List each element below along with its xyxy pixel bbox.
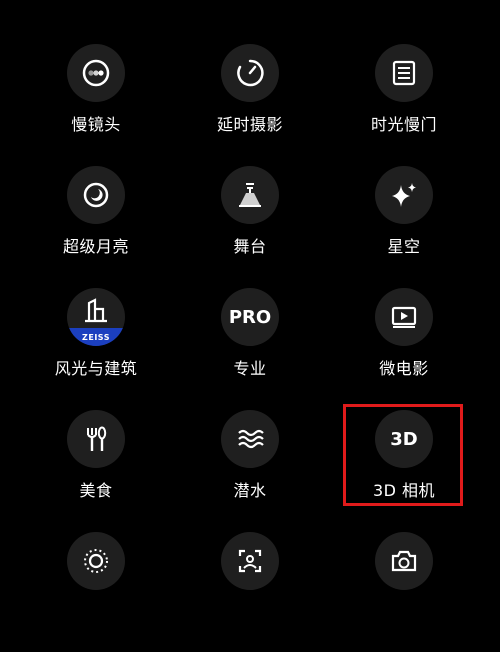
mode-underwater[interactable]: 潜水 — [180, 410, 320, 530]
mode-label: 风光与建筑 — [54, 359, 138, 378]
mode-micro-film[interactable]: 微电影 — [334, 288, 474, 408]
sparkle-icon — [375, 166, 433, 224]
cutlery-icon — [67, 410, 125, 468]
mode-label: 延时摄影 — [216, 115, 283, 134]
mode-label: 专业 — [233, 359, 267, 378]
building-icon: ZEISS — [67, 288, 125, 346]
mode-label: 微电影 — [379, 359, 429, 378]
circle-dots-icon — [67, 532, 125, 590]
stage-light-icon — [221, 166, 279, 224]
zeiss-badge: ZEISS — [67, 328, 125, 346]
mode-timelapse[interactable]: 延时摄影 — [180, 44, 320, 164]
moon-icon — [67, 166, 125, 224]
mode-row5-middle[interactable] — [180, 532, 320, 652]
mode-label: 星空 — [387, 237, 421, 256]
mode-landscape-architecture[interactable]: ZEISS 风光与建筑 — [26, 288, 166, 408]
mode-stage[interactable]: 舞台 — [180, 166, 320, 286]
mode-label: 慢镜头 — [71, 115, 121, 134]
timelapse-icon — [221, 44, 279, 102]
mode-pro[interactable]: PRO 专业 — [180, 288, 320, 408]
mode-slow-motion[interactable]: 慢镜头 — [26, 44, 166, 164]
mode-label: 潜水 — [233, 481, 267, 500]
mode-label: 美食 — [79, 481, 113, 500]
mode-row5-right[interactable] — [334, 532, 474, 652]
face-scan-icon — [221, 532, 279, 590]
movie-icon — [375, 288, 433, 346]
mode-starry-sky[interactable]: 星空 — [334, 166, 474, 286]
mode-label: 舞台 — [233, 237, 267, 256]
water-waves-icon — [221, 410, 279, 468]
mode-row5-left[interactable] — [26, 532, 166, 652]
slow-motion-icon — [67, 44, 125, 102]
camera-switch-icon — [375, 532, 433, 590]
mode-super-moon[interactable]: 超级月亮 — [26, 166, 166, 286]
mode-long-exposure[interactable]: 时光慢门 — [334, 44, 474, 164]
pro-icon: PRO — [221, 288, 279, 346]
mode-food[interactable]: 美食 — [26, 410, 166, 530]
selection-highlight-box — [343, 404, 463, 506]
long-exposure-icon — [375, 44, 433, 102]
mode-label: 超级月亮 — [62, 237, 129, 256]
mode-label: 时光慢门 — [370, 115, 437, 134]
